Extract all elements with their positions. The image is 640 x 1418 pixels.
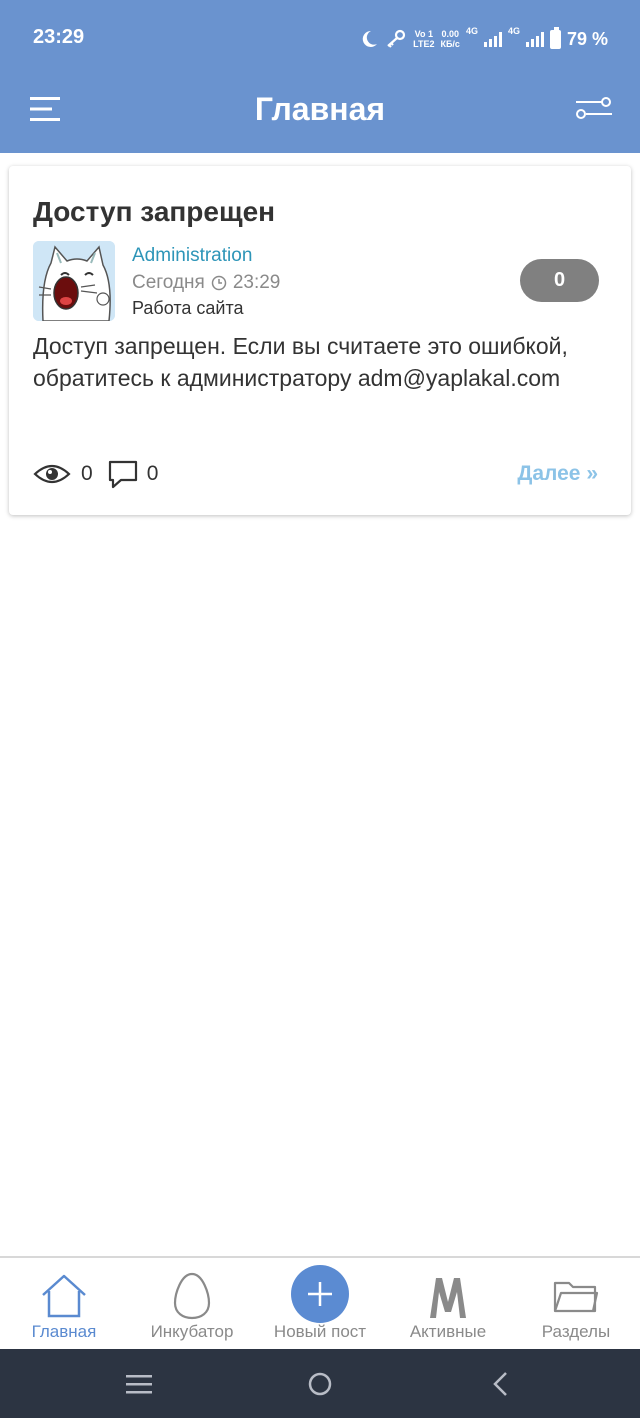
net-type-1: 4G xyxy=(465,26,478,36)
cat-avatar-icon xyxy=(33,241,115,321)
nav-new-post[interactable]: Новый пост xyxy=(256,1258,384,1351)
system-nav-bar xyxy=(0,1349,640,1418)
moon-icon xyxy=(362,30,378,47)
back-icon[interactable] xyxy=(485,1369,517,1399)
filter-icon[interactable] xyxy=(574,94,614,122)
egg-icon xyxy=(173,1272,211,1320)
nav-new-post-label: Новый пост xyxy=(273,1322,367,1341)
rating-badge[interactable]: 0 xyxy=(520,259,599,302)
date-label: Сегодня xyxy=(132,272,205,293)
post-date: Сегодня 23:29 xyxy=(132,272,280,294)
net-type-2: 4G xyxy=(507,26,520,36)
nav-active-label: Активные xyxy=(409,1322,487,1341)
avatar[interactable] xyxy=(33,241,115,321)
status-time: 23:29 xyxy=(33,26,85,48)
nav-home[interactable]: Главная xyxy=(0,1258,128,1351)
nav-sections-label: Разделы xyxy=(541,1322,611,1341)
eye-icon xyxy=(33,464,71,484)
post-card[interactable]: Доступ запрещен Administration Сегодня 2… xyxy=(9,166,631,515)
volte-indicator: Vo 1 LTE2 xyxy=(413,29,435,49)
nav-sections[interactable]: Разделы xyxy=(512,1258,640,1351)
plus-icon xyxy=(308,1282,332,1306)
app-bar: Главная xyxy=(0,76,640,153)
bottom-nav: Главная Инкубатор Новый пост Активные Ра… xyxy=(0,1256,640,1349)
read-more-link[interactable]: Далее » xyxy=(517,462,598,486)
home-icon xyxy=(42,1274,86,1318)
nav-incubator[interactable]: Инкубатор xyxy=(128,1258,256,1351)
post-title[interactable]: Доступ запрещен xyxy=(33,196,275,228)
home-circle-icon[interactable] xyxy=(304,1369,336,1399)
signal-icon xyxy=(483,31,502,47)
active-m-icon xyxy=(430,1278,466,1318)
clock-icon xyxy=(211,275,227,291)
time-label: 23:29 xyxy=(232,272,281,293)
net-speed: 0.00 КБ/с xyxy=(440,29,460,49)
key-icon xyxy=(387,29,406,48)
comments-count: 0 xyxy=(146,462,159,485)
battery-level: 79 % xyxy=(566,28,608,49)
nav-incubator-label: Инкубатор xyxy=(150,1322,234,1341)
status-icons: Vo 1 LTE2 0.00 КБ/с 4G 4G 79 % xyxy=(359,24,608,54)
post-body: Доступ запрещен. Если вы считаете это ош… xyxy=(33,333,568,391)
nav-active[interactable]: Активные xyxy=(384,1258,512,1351)
views-count: 0 xyxy=(81,462,93,485)
page-title: Главная xyxy=(254,91,386,127)
author-link[interactable]: Administration xyxy=(132,245,252,267)
signal-icon-2 xyxy=(525,31,544,47)
folder-icon xyxy=(553,1281,599,1313)
status-bar: 23:29 Vo 1 LTE2 0.00 КБ/с 4G 4G 79 % xyxy=(0,0,640,76)
new-post-button[interactable] xyxy=(291,1265,349,1323)
top-bar: 23:29 Vo 1 LTE2 0.00 КБ/с 4G 4G 79 % Гла… xyxy=(0,0,640,153)
nav-home-label: Главная xyxy=(31,1322,97,1341)
section-link[interactable]: Работа сайта xyxy=(132,298,244,319)
comment-icon[interactable] xyxy=(107,459,139,489)
battery-icon xyxy=(549,26,561,49)
post-stats: 0 0 xyxy=(33,458,158,490)
recent-apps-icon[interactable] xyxy=(123,1369,155,1399)
